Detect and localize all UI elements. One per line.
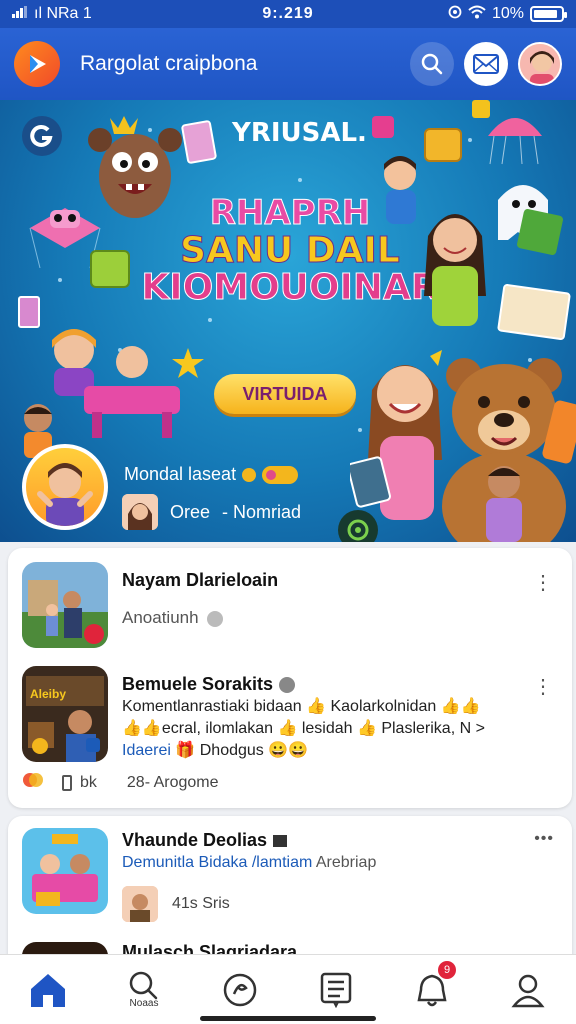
jellyfish-character [488, 118, 542, 165]
nav-feed[interactable] [288, 955, 384, 1024]
document-icon [62, 774, 72, 791]
status-bar: ıl NRa 1 9:.219 10% [0, 0, 576, 28]
post-body-line-2: 👍👍ecral, ilomlakan 👍 lesidah 👍 Plaslerik… [122, 720, 485, 737]
post-title: Bemuele Sorakits [122, 674, 274, 694]
headline-line-2: SANU DAIL [180, 229, 401, 271]
post-title-row: Bemuele Sorakits [122, 674, 296, 695]
verified-icon [279, 676, 296, 693]
nav-search-label: Noaas [129, 998, 159, 1009]
alarm-icon [448, 5, 462, 24]
post-time: 28- Arogome [126, 773, 219, 791]
home-indicator[interactable] [200, 1016, 376, 1021]
cta-button[interactable]: VIRTUIDA [214, 374, 356, 414]
carrier-text: ıl NRa 1 [34, 5, 92, 22]
featured-meta-right: - Nomriad [222, 501, 302, 522]
box-icon [516, 208, 564, 256]
nav-notifications[interactable]: 9 [384, 955, 480, 1024]
more-options-icon[interactable]: ⋮ [533, 674, 554, 699]
post-meta-row: 41s Sris [122, 886, 230, 922]
post-title: Nayam Dlarieloain [122, 570, 279, 590]
featured-meta-row: Oree - Nomriad [122, 494, 301, 530]
nav-search[interactable]: Noaas [96, 955, 192, 1024]
feed-card: Nayam Dlarieloain Anoatiunh ⋮ Aleiby Bem… [8, 548, 572, 808]
search-button[interactable] [410, 42, 454, 86]
woman-character [424, 214, 486, 326]
brand-wordmark: YRIUSAL. [232, 118, 367, 148]
nav-explore[interactable] [192, 955, 288, 1024]
home-icon [31, 973, 65, 1007]
wifi-icon [468, 5, 486, 24]
featured-toggle[interactable] [262, 465, 299, 484]
more-options-icon[interactable]: ⋮ [533, 570, 554, 595]
list-icon [320, 972, 352, 1008]
app-title: Rargolat craipbona [80, 52, 258, 75]
post-body-tail: Dhodgus 😀😀 [195, 742, 309, 759]
svg-text:Aleiby: Aleiby [30, 687, 66, 701]
graduation-cap-icon [273, 834, 288, 847]
search-icon [129, 971, 158, 1000]
post-subtitle: Demunitla Bidaka /lamtiam Arebriap [122, 854, 376, 872]
headline-line-3: KIOMOUOINAR [141, 267, 439, 309]
post-title-row: Vhaunde Deolias [122, 830, 288, 851]
nav-profile[interactable] [480, 955, 576, 1024]
post-thumbnail[interactable] [22, 562, 108, 648]
more-options-icon[interactable]: ••• [534, 830, 554, 848]
bottom-nav: Noaas 9 [0, 954, 576, 1024]
reaction-count-row: bk [62, 774, 97, 792]
signal-icon [12, 5, 28, 23]
reaction-count: bk [80, 773, 97, 791]
post-meta-row: bk 28- Arogome [22, 770, 219, 795]
nav-home[interactable] [0, 955, 96, 1024]
post-thumbnail[interactable] [22, 828, 108, 914]
feed-card: Vhaunde Deolias Demunitla Bidaka /lamtia… [8, 816, 572, 976]
mini-avatar[interactable] [122, 886, 158, 922]
featured-creator-avatar[interactable] [22, 444, 108, 530]
battery-text: 10% [491, 5, 524, 22]
kid-character [486, 466, 522, 542]
sticker-icon [472, 100, 490, 118]
post-subtitle-text: Anoatiunh [122, 608, 199, 627]
post-subtitle: Anoatiunh [122, 608, 224, 628]
mail-icon [473, 54, 499, 74]
post-thumbnail[interactable]: Aleiby [22, 666, 108, 762]
messages-button[interactable] [464, 42, 508, 86]
featured-meta-left: Oree [170, 501, 211, 522]
post-title: Vhaunde Deolias [122, 830, 268, 850]
featured-creator-name: Mondal laseat [124, 464, 237, 484]
reaction-icon[interactable] [22, 770, 44, 795]
profile-avatar[interactable] [518, 42, 562, 86]
smile-icon [207, 610, 224, 627]
verified-badge-icon [242, 467, 257, 482]
profile-icon [511, 974, 545, 1007]
explore-icon [223, 973, 257, 1006]
photo-card [496, 283, 572, 341]
post-subtitle-tail: Arebriap [315, 854, 377, 871]
post-body-line-1: Komentlanrastiaki bidaan 👍 Kaolarkolnida… [122, 698, 481, 715]
notification-badge: 9 [438, 961, 456, 979]
google-icon [22, 116, 62, 156]
mini-avatar[interactable] [122, 494, 158, 530]
battery-icon [530, 6, 567, 22]
feed-post[interactable]: Nayam Dlarieloain Anoatiunh ⋮ [8, 548, 572, 658]
post-body: Komentlanrastiaki bidaan 👍 Kaolarkolnida… [122, 696, 542, 762]
promo-banner[interactable]: YRIUSAL. RHAPRH SANU DAIL KIOMOUOINAR VI… [0, 100, 576, 542]
feed-post[interactable]: Vhaunde Deolias Demunitla Bidaka /lamtia… [8, 816, 572, 936]
featured-creator-name-row: Mondal laseat [124, 464, 299, 485]
app-logo-icon[interactable] [14, 41, 60, 87]
phone-icon [18, 296, 40, 328]
search-icon [421, 53, 443, 75]
clock: 9:.219 [262, 5, 314, 22]
star-icon [172, 348, 204, 378]
music-note-icon [372, 116, 394, 138]
banner-record-button[interactable] [338, 510, 378, 542]
post-meta: 41s Sris [172, 895, 230, 912]
post-subtitle-link[interactable]: Demunitla Bidaka /lamtiam [122, 854, 312, 871]
app-header: Rargolat craipbona [0, 28, 576, 100]
post-body-line-3: Idaerei 🎁 Dhodgus 😀😀 [122, 740, 542, 762]
cube-character [90, 250, 130, 288]
post-body-highlight[interactable]: Idaerei 🎁 [122, 742, 195, 759]
